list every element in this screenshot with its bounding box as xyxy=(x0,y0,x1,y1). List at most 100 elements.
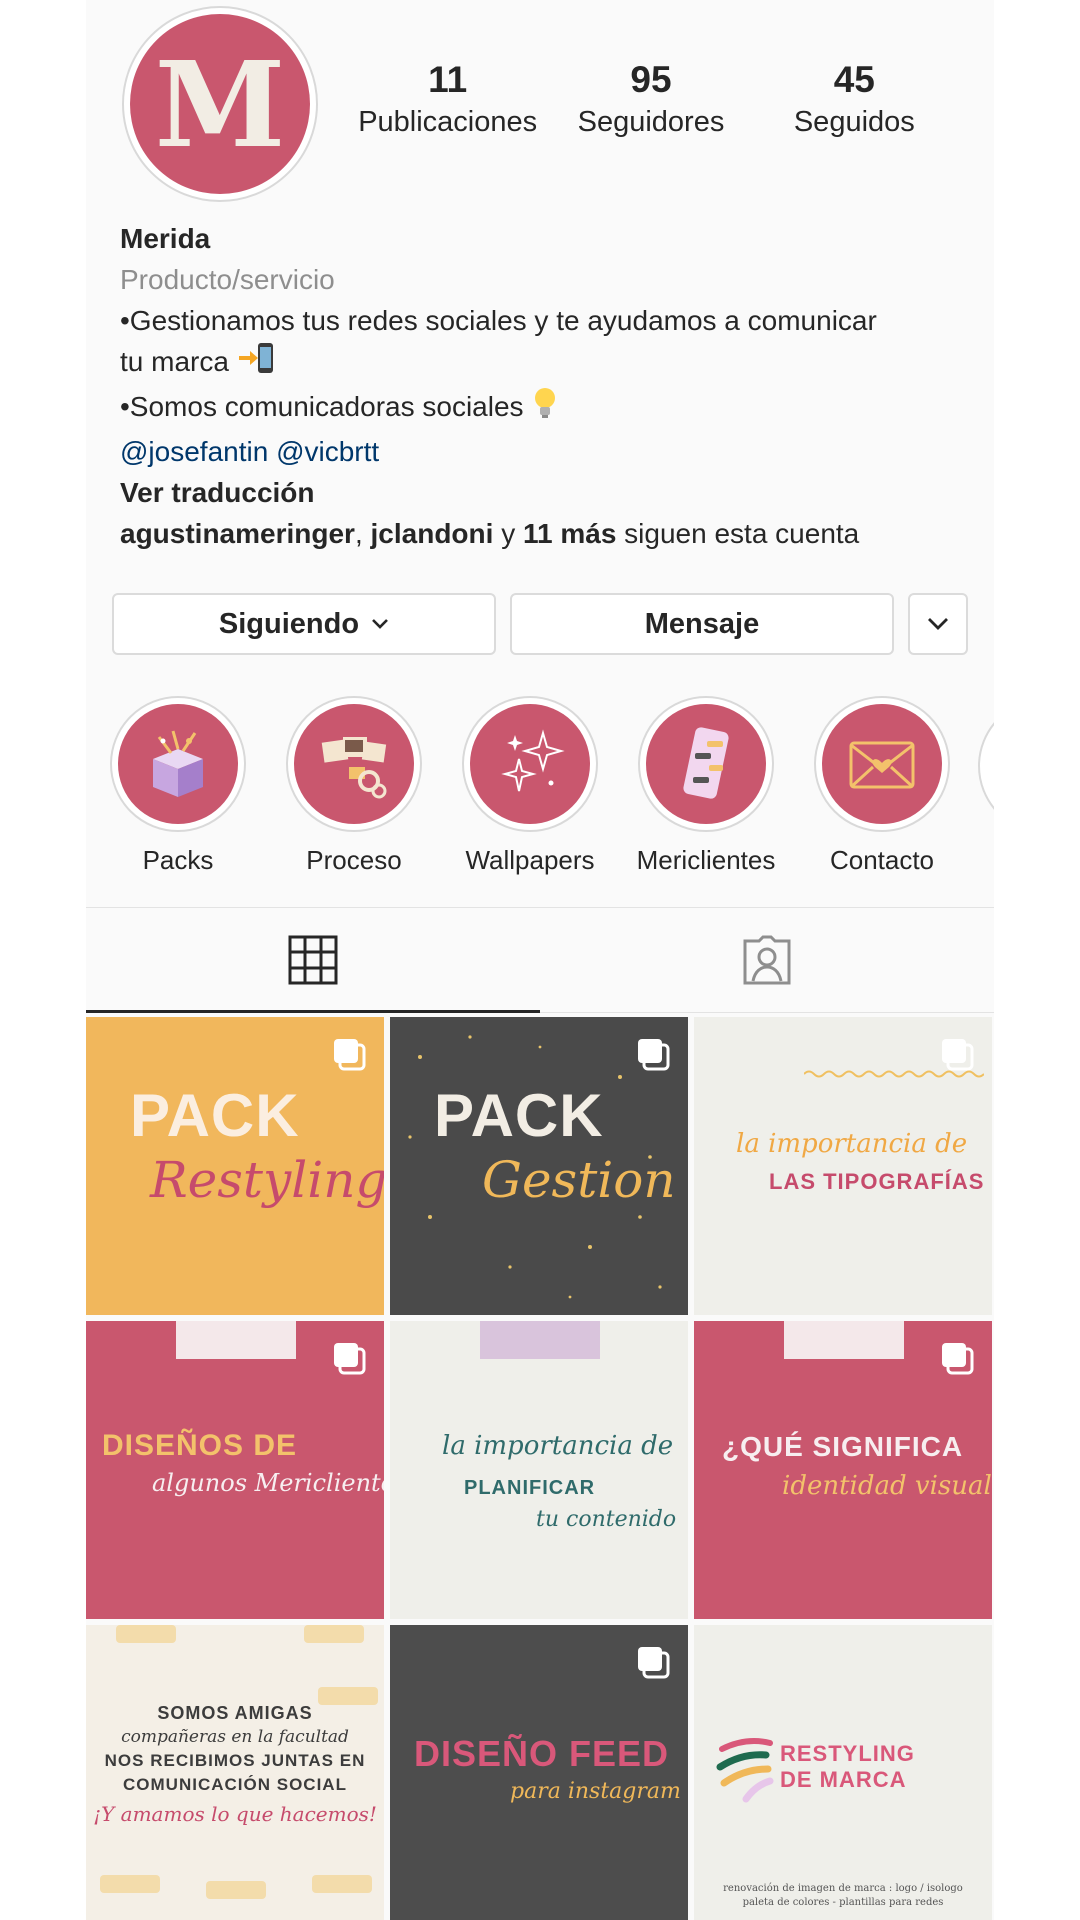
bio-mentions: @josefantin @vicbrtt xyxy=(120,431,960,472)
post-text-block: SOMOS AMIGAS compañeras en la facultad N… xyxy=(86,1701,384,1831)
post-line: SOMOS AMIGAS xyxy=(157,1703,313,1723)
highlight-contacto[interactable]: Contacto xyxy=(802,696,962,876)
highlight-label: Wallpapers xyxy=(465,845,595,875)
chevron-down-icon xyxy=(371,618,389,630)
post-subtitle: la importancia de xyxy=(442,1431,674,1461)
post-tile[interactable]: RESTYLING DE MARCA renovación de imagen … xyxy=(694,1625,992,1920)
post-tile[interactable]: SOMOS AMIGAS compañeras en la facultad N… xyxy=(86,1625,384,1920)
gift-box-icon xyxy=(118,704,238,824)
followers-more: 11 más xyxy=(522,518,617,549)
highlight-ring xyxy=(462,696,598,832)
suggested-accounts-button[interactable] xyxy=(908,593,968,655)
post-title: DE MARCA xyxy=(780,1767,907,1792)
post-tile[interactable]: PACK Gestion xyxy=(390,1017,688,1315)
post-caption: paleta de colores - plantillas para rede… xyxy=(742,1897,944,1908)
phone-chat-icon xyxy=(646,704,766,824)
mention-link[interactable]: @vicbrtt xyxy=(276,436,379,467)
decor-shapes xyxy=(100,1875,160,1893)
post-line: COMUNICACIÓN SOCIAL xyxy=(123,1775,347,1794)
post-subtitle: Restyling xyxy=(150,1151,384,1209)
post-tile[interactable]: PACK Restyling xyxy=(86,1017,384,1315)
following-button[interactable]: Siguiendo xyxy=(112,593,496,655)
profile-stats: 11 Publicaciones 95 Seguidores 45 Seguid… xyxy=(346,58,956,142)
post-line: NOS RECIBIMOS JUNTAS EN xyxy=(104,1751,366,1770)
see-translation-link[interactable]: Ver traducción xyxy=(120,472,960,513)
lightbulb-emoji-icon xyxy=(531,386,559,431)
highlight-wallpapers[interactable]: Wallpapers xyxy=(450,696,610,876)
followed-suffix: siguen esta cuenta xyxy=(616,518,860,549)
decor-shapes xyxy=(116,1625,176,1643)
message-button[interactable]: Mensaje xyxy=(510,593,894,655)
highlight-ring xyxy=(814,696,950,832)
follower-name: jclandoni xyxy=(370,518,494,549)
post-title: LAS TIPOGRAFÍAS xyxy=(769,1169,985,1194)
post-subtitle: para instagram xyxy=(510,1779,681,1804)
post-caption: renovación de imagen de marca : logo / i… xyxy=(723,1883,963,1894)
arrow-phone-emoji-icon xyxy=(237,341,277,386)
post-title: PACK xyxy=(130,1082,300,1149)
bio-text: tu marca xyxy=(120,346,237,377)
highlight-ring xyxy=(110,696,246,832)
followed-by[interactable]: agustinameringer, jclandoni y 11 más sig… xyxy=(120,513,960,554)
tab-posts-grid[interactable] xyxy=(86,908,540,1013)
bio-line: •Gestionamos tus redes sociales y te ayu… xyxy=(120,305,877,336)
stat-label: Publicaciones xyxy=(358,106,538,138)
highlight-label: Proceso xyxy=(306,845,402,875)
highlight-packs[interactable]: Packs xyxy=(98,696,258,876)
post-title: DISEÑO FEED xyxy=(414,1733,670,1774)
stat-posts[interactable]: 11 Publicaciones xyxy=(346,58,549,142)
highlight-proceso[interactable]: Proceso xyxy=(274,696,434,876)
paper-strip xyxy=(176,1321,296,1359)
highlight-label: Mericlientes xyxy=(636,845,776,875)
tab-tagged[interactable] xyxy=(540,908,994,1012)
stat-value: 11 xyxy=(428,59,468,100)
post-title: PACK xyxy=(434,1082,604,1149)
profile-category: Producto/servicio xyxy=(120,264,335,295)
decor-shapes xyxy=(206,1881,266,1899)
sparkles-icon xyxy=(470,704,590,824)
profile-tabs xyxy=(86,907,994,1013)
profile-screen: M 11 Publicaciones 95 Seguidores 45 Segu… xyxy=(86,0,994,1920)
highlight-mericlientes[interactable]: Mericlientes xyxy=(626,696,786,876)
post-tile[interactable]: DISEÑO FEED para instagram xyxy=(390,1625,688,1920)
post-tile[interactable]: la importancia de LAS TIPOGRAFÍAS xyxy=(694,1017,992,1315)
message-label: Mensaje xyxy=(644,607,760,640)
stat-label: Seguidos xyxy=(793,106,915,138)
post-title: RESTYLING xyxy=(780,1741,915,1766)
tagged-icon xyxy=(741,935,793,985)
post-line: compañeras en la facultad xyxy=(121,1727,349,1747)
post-title: PLANIFICAR xyxy=(464,1477,596,1499)
post-subtitle: tu contenido xyxy=(536,1507,677,1532)
post-line: ¡Y amamos lo que hacemos! xyxy=(93,1802,377,1826)
paper-strip xyxy=(480,1321,600,1359)
stat-followers[interactable]: 95 Seguidores xyxy=(549,58,752,142)
profile-bio: Merida Producto/servicio •Gestionamos tu… xyxy=(120,218,960,554)
stat-following[interactable]: 45 Seguidos xyxy=(753,58,956,142)
following-label: Siguiendo xyxy=(218,607,360,640)
bio-text: •Somos comunicadoras sociales xyxy=(120,391,532,422)
multiple-posts-icon xyxy=(332,1037,366,1076)
highlight-label: Contacto xyxy=(829,845,935,875)
profile-name: Merida xyxy=(120,223,211,254)
highlight-partial[interactable] xyxy=(978,698,994,834)
multiple-posts-icon xyxy=(636,1037,670,1076)
separator: , xyxy=(354,518,371,549)
post-subtitle: identidad visual? xyxy=(782,1471,992,1501)
post-tile[interactable]: DISEÑOS DE algunos Mericlientes xyxy=(86,1321,384,1619)
mention-link[interactable]: @josefantin xyxy=(120,436,268,467)
photos-gears-icon xyxy=(294,704,414,824)
avatar-letter: M xyxy=(130,14,310,194)
stat-label: Seguidores xyxy=(577,106,725,138)
bio-line: •Somos comunicadoras sociales xyxy=(120,386,960,431)
wavy-line xyxy=(804,1070,984,1078)
highlight-ring xyxy=(638,696,774,832)
post-tile[interactable]: ¿QUÉ SIGNIFICA identidad visual? xyxy=(694,1321,992,1619)
multiple-posts-icon xyxy=(636,1645,670,1684)
stat-value: 45 xyxy=(833,59,875,100)
highlight-ring xyxy=(286,696,422,832)
decor-shapes xyxy=(304,1625,364,1643)
profile-avatar[interactable]: M xyxy=(122,6,318,202)
active-tab-indicator xyxy=(86,1010,540,1013)
brush-strokes xyxy=(716,1738,774,1803)
post-tile[interactable]: la importancia de PLANIFICAR tu contenid… xyxy=(390,1321,688,1619)
